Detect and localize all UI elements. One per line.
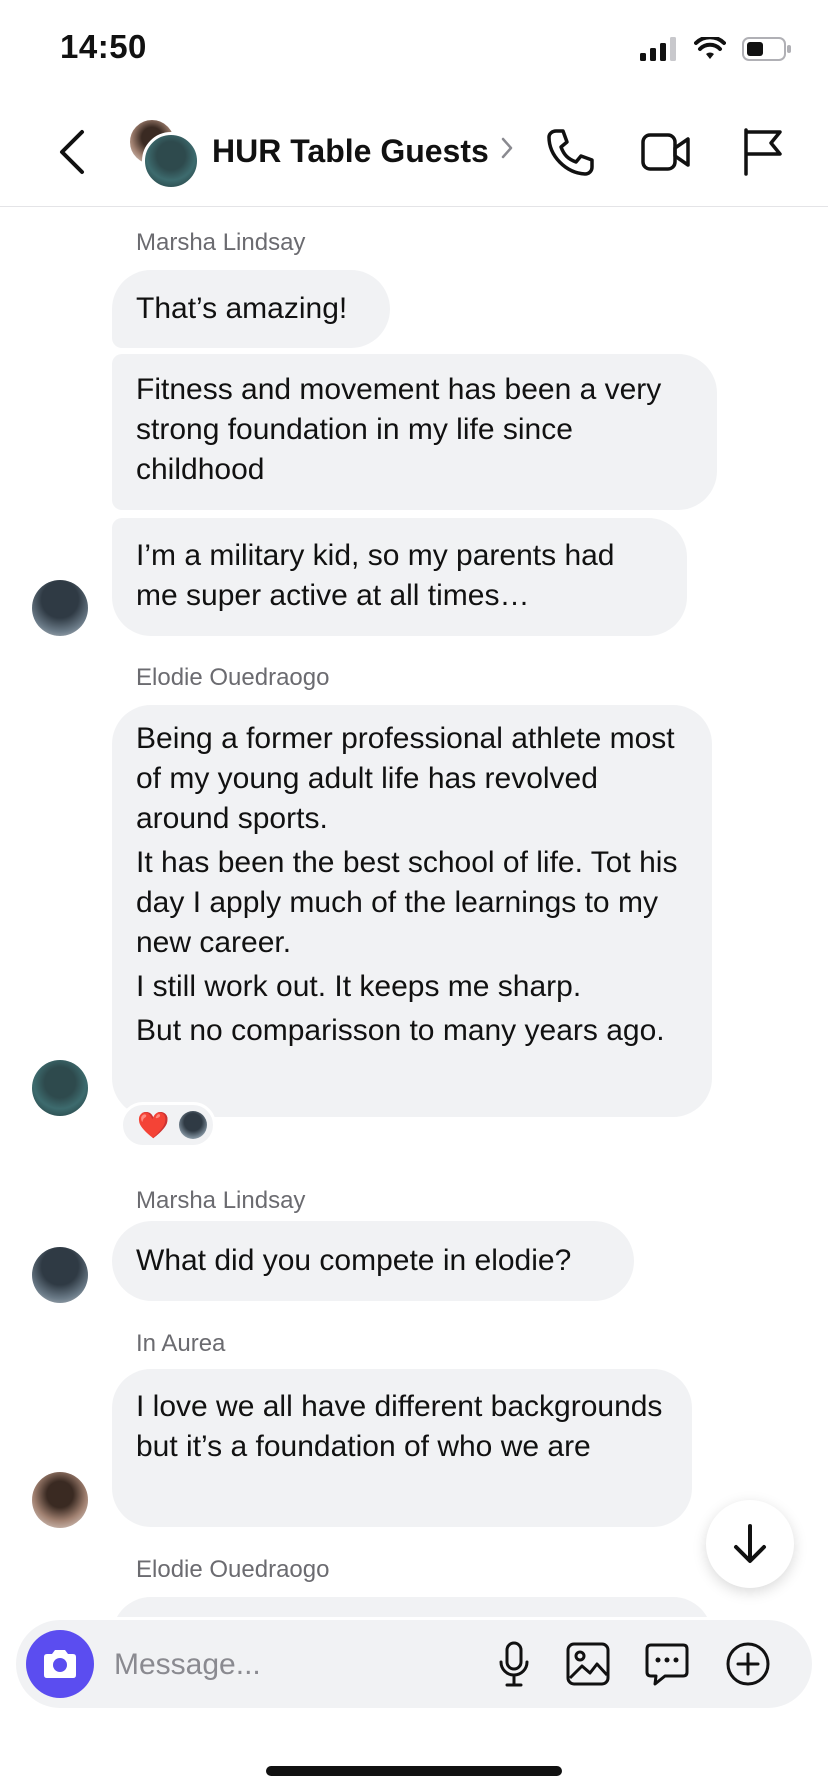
group-title[interactable]: HUR Table Guests xyxy=(212,133,489,170)
status-bar: 14:50 xyxy=(0,0,828,100)
sender-name: Marsha Lindsay xyxy=(136,229,306,256)
signal-icon xyxy=(640,37,676,61)
message-bubble[interactable]: Fitness and movement has been a very str… xyxy=(112,354,717,510)
avatar[interactable] xyxy=(32,1060,88,1116)
reaction-pill[interactable]: ❤️ xyxy=(120,1102,216,1148)
message-list[interactable]: Marsha Lindsay That’s amazing! Fitness a… xyxy=(0,207,828,1617)
heart-icon: ❤️ xyxy=(137,1110,170,1140)
phone-icon[interactable] xyxy=(544,126,596,178)
camera-button[interactable] xyxy=(26,1630,94,1698)
sender-name: Elodie Ouedraogo xyxy=(136,1556,330,1583)
status-time: 14:50 xyxy=(60,28,147,65)
arrow-down-icon xyxy=(734,1524,766,1563)
message-bubble[interactable]: I’m a military kid, so my parents had me… xyxy=(112,518,687,636)
status-icons xyxy=(640,36,792,62)
scroll-to-bottom-button[interactable] xyxy=(706,1500,794,1588)
avatar[interactable] xyxy=(32,1472,88,1528)
message-input[interactable] xyxy=(112,1640,476,1690)
flag-icon[interactable] xyxy=(740,126,784,178)
message-text: Fitness and movement has been a very str… xyxy=(136,373,662,486)
message-bubble[interactable] xyxy=(112,1597,712,1617)
avatar xyxy=(179,1111,208,1139)
message-text: I still work out. It keeps me sharp. xyxy=(136,970,582,1003)
message-text: Being a former professional athlete most… xyxy=(136,722,675,835)
avatar[interactable] xyxy=(32,1247,88,1303)
message-text: I’m a military kid, so my parents had me… xyxy=(136,539,615,612)
message-text: I love we all have different backgrounds… xyxy=(136,1390,663,1463)
avatar xyxy=(142,132,200,190)
sender-name: Elodie Ouedraogo xyxy=(136,664,330,691)
camera-icon xyxy=(44,1650,76,1678)
avatar[interactable] xyxy=(32,580,88,636)
sender-name: In Aurea xyxy=(136,1330,226,1357)
message-text: It has been the best school of life. Tot… xyxy=(136,846,678,959)
message-composer xyxy=(16,1620,812,1708)
message-bubble[interactable]: What did you compete in elodie? xyxy=(112,1221,634,1301)
chevron-right-icon[interactable] xyxy=(500,136,514,160)
message-text: What did you compete in elodie? xyxy=(136,1244,572,1277)
message-bubble[interactable]: That’s amazing! xyxy=(112,270,390,348)
back-icon[interactable] xyxy=(50,126,94,178)
battery-icon xyxy=(742,37,791,61)
message-bubble[interactable]: I love we all have different backgrounds… xyxy=(112,1369,692,1527)
chat-header: HUR Table Guests xyxy=(0,100,828,207)
home-indicator[interactable] xyxy=(266,1766,562,1776)
image-icon[interactable] xyxy=(564,1640,612,1688)
sender-name: Marsha Lindsay xyxy=(136,1187,306,1214)
wifi-icon xyxy=(694,37,726,59)
plus-circle-icon[interactable] xyxy=(724,1640,772,1688)
chat-bubble-icon[interactable] xyxy=(643,1640,691,1688)
message-text: That’s amazing! xyxy=(136,292,348,325)
microphone-icon[interactable] xyxy=(496,1640,532,1688)
message-bubble[interactable]: Being a former professional athlete most… xyxy=(112,705,712,1117)
video-icon[interactable] xyxy=(640,126,692,178)
message-text: But no comparisson to many years ago. xyxy=(136,1014,665,1047)
group-avatar[interactable] xyxy=(128,118,200,190)
